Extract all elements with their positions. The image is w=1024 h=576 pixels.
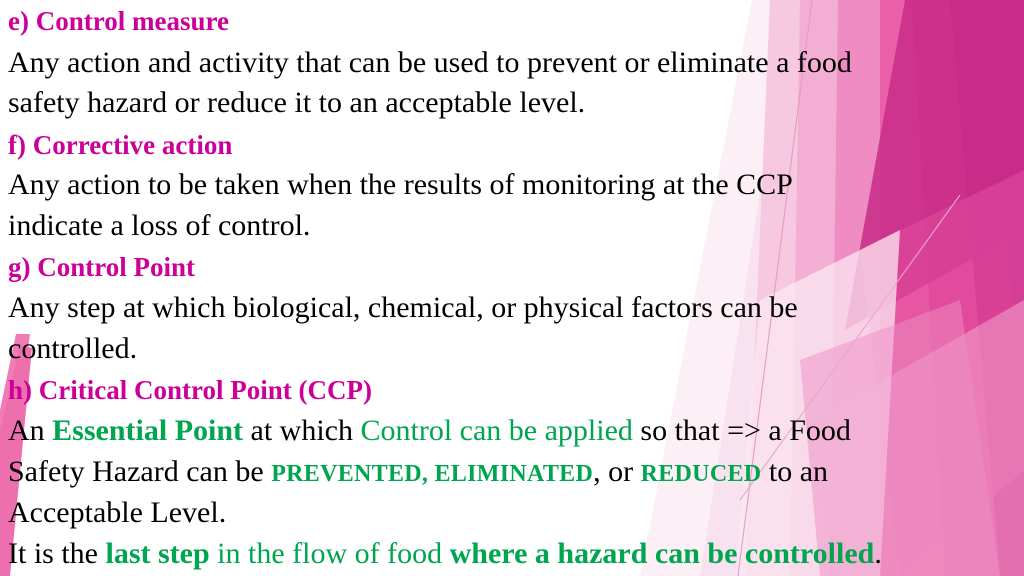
- body-ccp-essential-point-seg-4: so that => a Food: [632, 414, 851, 447]
- body-ccp-last-step-seg-4: .: [874, 537, 882, 570]
- body-control-measure-1: Any action and activity that can be used…: [8, 46, 852, 79]
- body-ccp-essential-point-seg-0: An: [8, 414, 53, 447]
- body-control-measure-2: safety hazard or reduce it to an accepta…: [8, 86, 586, 119]
- heading-control-measure: e) Control measure: [8, 6, 229, 36]
- body-ccp-essential-point-seg-1: Essential Point: [52, 414, 244, 447]
- body-ccp-last-step-seg-1: last step: [105, 537, 210, 570]
- body-ccp-last-step-seg-0: It is the: [8, 537, 106, 570]
- body-ccp-hazard-actions-seg-1: PREVENTED, ELIMINATED: [271, 461, 594, 487]
- slide-content: e) Control measure Any action and activi…: [0, 0, 1024, 576]
- body-ccp-essential-point-seg-2: at which: [243, 414, 361, 447]
- body-ccp-last-step-seg-2: in the flow of food: [209, 537, 450, 570]
- body-ccp-hazard-actions-seg-3: REDUCED: [640, 461, 762, 487]
- body-ccp-hazard-actions-seg-4: to an: [761, 455, 829, 488]
- body-corrective-action-2: indicate a loss of control.: [8, 209, 311, 242]
- body-ccp-hazard-actions: Safety Hazard can be PREVENTED, ELIMINAT…: [8, 457, 1018, 489]
- body-ccp-acceptable-level-seg-0: Acceptable Level.: [8, 496, 227, 529]
- body-control-point-2: controlled.: [8, 332, 138, 365]
- body-ccp-last-step: It is the last step in the flow of food …: [8, 539, 1018, 569]
- body-ccp-last-step-seg-3: where a hazard can be controlled: [449, 537, 875, 570]
- body-ccp-hazard-actions-seg-0: Safety Hazard can be: [8, 455, 272, 488]
- body-corrective-action-1: Any action to be taken when the results …: [8, 168, 793, 201]
- heading-control-point: g) Control Point: [8, 252, 195, 282]
- body-ccp-essential-point-seg-3: Control can be applied: [360, 414, 633, 447]
- body-ccp-essential-point: An Essential Point at which Control can …: [8, 416, 1018, 446]
- heading-corrective-action: f) Corrective action: [8, 130, 233, 160]
- heading-critical-control-point: h) Critical Control Point (CCP): [8, 375, 372, 405]
- body-ccp-hazard-actions-seg-2: , or: [593, 455, 641, 488]
- body-control-point-1: Any step at which biological, chemical, …: [8, 291, 798, 324]
- body-ccp-acceptable-level: Acceptable Level.: [8, 498, 1018, 528]
- slide: e) Control measure Any action and activi…: [0, 0, 1024, 576]
